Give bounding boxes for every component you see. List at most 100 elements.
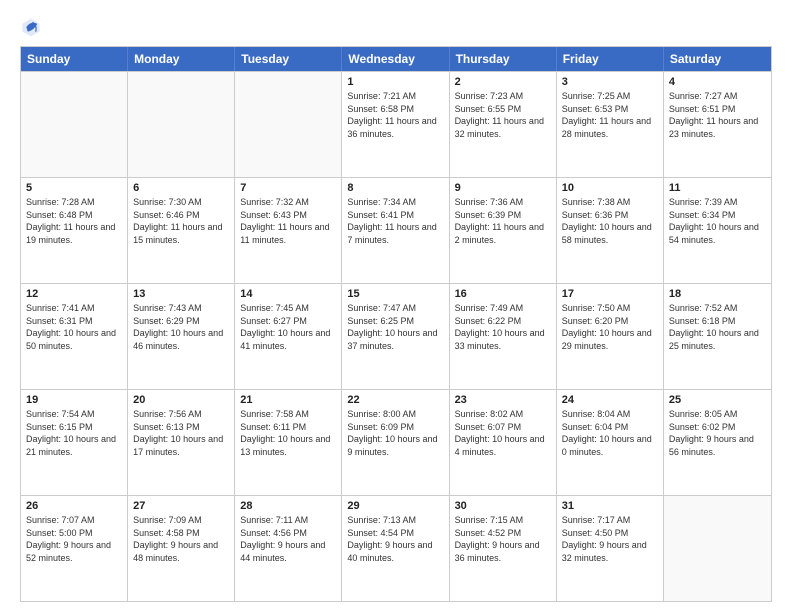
day-info: Sunrise: 7:09 AM Sunset: 4:58 PM Dayligh…	[133, 514, 229, 564]
day-number: 4	[669, 76, 766, 88]
day-cell-18: 18 Sunrise: 7:52 AM Sunset: 6:18 PM Dayli…	[664, 284, 771, 389]
day-cell-15: 15 Sunrise: 7:47 AM Sunset: 6:25 PM Dayli…	[342, 284, 449, 389]
calendar-row-5: 26 Sunrise: 7:07 AM Sunset: 5:00 PM Dayli…	[21, 495, 771, 601]
day-info: Sunrise: 7:28 AM Sunset: 6:48 PM Dayligh…	[26, 196, 122, 246]
day-info: Sunrise: 7:47 AM Sunset: 6:25 PM Dayligh…	[347, 302, 443, 352]
calendar-header: SundayMondayTuesdayWednesdayThursdayFrid…	[21, 47, 771, 71]
day-number: 27	[133, 500, 229, 512]
day-info: Sunrise: 7:30 AM Sunset: 6:46 PM Dayligh…	[133, 196, 229, 246]
day-cell-2: 2Sunrise: 7:23 AM Sunset: 6:55 PM Daylig…	[450, 72, 557, 177]
day-cell-19: 19 Sunrise: 7:54 AM Sunset: 6:15 PM Dayli…	[21, 390, 128, 495]
day-info: Sunrise: 7:15 AM Sunset: 4:52 PM Dayligh…	[455, 514, 551, 564]
day-number: 10	[562, 182, 658, 194]
day-cell-17: 17 Sunrise: 7:50 AM Sunset: 6:20 PM Dayli…	[557, 284, 664, 389]
header-day-thursday: Thursday	[450, 47, 557, 71]
day-number: 3	[562, 76, 658, 88]
day-info: Sunrise: 8:05 AM Sunset: 6:02 PM Dayligh…	[669, 408, 766, 458]
day-number: 19	[26, 394, 122, 406]
day-number: 15	[347, 288, 443, 300]
day-number: 20	[133, 394, 229, 406]
day-info: Sunrise: 7:38 AM Sunset: 6:36 PM Dayligh…	[562, 196, 658, 246]
calendar-row-2: 5 Sunrise: 7:28 AM Sunset: 6:48 PM Daylig…	[21, 177, 771, 283]
day-cell-20: 20 Sunrise: 7:56 AM Sunset: 6:13 PM Dayli…	[128, 390, 235, 495]
day-info: Sunrise: 7:45 AM Sunset: 6:27 PM Dayligh…	[240, 302, 336, 352]
day-cell-23: 23 Sunrise: 8:02 AM Sunset: 6:07 PM Dayli…	[450, 390, 557, 495]
day-cell-31: 31 Sunrise: 7:17 AM Sunset: 4:50 PM Dayli…	[557, 496, 664, 601]
day-cell-26: 26 Sunrise: 7:07 AM Sunset: 5:00 PM Dayli…	[21, 496, 128, 601]
day-cell-9: 9 Sunrise: 7:36 AM Sunset: 6:39 PM Daylig…	[450, 178, 557, 283]
day-number: 23	[455, 394, 551, 406]
day-info: Sunrise: 7:50 AM Sunset: 6:20 PM Dayligh…	[562, 302, 658, 352]
day-info: Sunrise: 8:04 AM Sunset: 6:04 PM Dayligh…	[562, 408, 658, 458]
header-day-sunday: Sunday	[21, 47, 128, 71]
day-cell-8: 8 Sunrise: 7:34 AM Sunset: 6:41 PM Daylig…	[342, 178, 449, 283]
day-cell-empty	[664, 496, 771, 601]
day-number: 22	[347, 394, 443, 406]
day-number: 16	[455, 288, 551, 300]
day-number: 7	[240, 182, 336, 194]
day-cell-11: 11 Sunrise: 7:39 AM Sunset: 6:34 PM Dayli…	[664, 178, 771, 283]
day-number: 9	[455, 182, 551, 194]
day-info: Sunrise: 7:41 AM Sunset: 6:31 PM Dayligh…	[26, 302, 122, 352]
day-cell-24: 24 Sunrise: 8:04 AM Sunset: 6:04 PM Dayli…	[557, 390, 664, 495]
day-info: Sunrise: 7:21 AM Sunset: 6:58 PM Dayligh…	[347, 90, 443, 140]
day-number: 17	[562, 288, 658, 300]
day-cell-empty	[128, 72, 235, 177]
day-number: 11	[669, 182, 766, 194]
day-info: Sunrise: 8:02 AM Sunset: 6:07 PM Dayligh…	[455, 408, 551, 458]
day-info: Sunrise: 8:00 AM Sunset: 6:09 PM Dayligh…	[347, 408, 443, 458]
day-number: 26	[26, 500, 122, 512]
day-cell-6: 6Sunrise: 7:30 AM Sunset: 6:46 PM Daylig…	[128, 178, 235, 283]
day-info: Sunrise: 7:39 AM Sunset: 6:34 PM Dayligh…	[669, 196, 766, 246]
day-number: 18	[669, 288, 766, 300]
calendar-row-4: 19 Sunrise: 7:54 AM Sunset: 6:15 PM Dayli…	[21, 389, 771, 495]
logo-icon	[20, 16, 42, 38]
day-cell-4: 4 Sunrise: 7:27 AM Sunset: 6:51 PM Daylig…	[664, 72, 771, 177]
day-number: 24	[562, 394, 658, 406]
day-info: Sunrise: 7:36 AM Sunset: 6:39 PM Dayligh…	[455, 196, 551, 246]
header-day-friday: Friday	[557, 47, 664, 71]
day-info: Sunrise: 7:43 AM Sunset: 6:29 PM Dayligh…	[133, 302, 229, 352]
day-info: Sunrise: 7:34 AM Sunset: 6:41 PM Dayligh…	[347, 196, 443, 246]
day-cell-29: 29Sunrise: 7:13 AM Sunset: 4:54 PM Dayli…	[342, 496, 449, 601]
header-day-monday: Monday	[128, 47, 235, 71]
calendar-row-1: 1Sunrise: 7:21 AM Sunset: 6:58 PM Daylig…	[21, 71, 771, 177]
day-cell-27: 27 Sunrise: 7:09 AM Sunset: 4:58 PM Dayli…	[128, 496, 235, 601]
day-number: 21	[240, 394, 336, 406]
day-info: Sunrise: 7:52 AM Sunset: 6:18 PM Dayligh…	[669, 302, 766, 352]
day-cell-28: 28 Sunrise: 7:11 AM Sunset: 4:56 PM Dayli…	[235, 496, 342, 601]
day-cell-14: 14Sunrise: 7:45 AM Sunset: 6:27 PM Dayli…	[235, 284, 342, 389]
day-info: Sunrise: 7:54 AM Sunset: 6:15 PM Dayligh…	[26, 408, 122, 458]
day-cell-10: 10 Sunrise: 7:38 AM Sunset: 6:36 PM Dayli…	[557, 178, 664, 283]
day-info: Sunrise: 7:11 AM Sunset: 4:56 PM Dayligh…	[240, 514, 336, 564]
day-cell-16: 16Sunrise: 7:49 AM Sunset: 6:22 PM Dayli…	[450, 284, 557, 389]
day-number: 31	[562, 500, 658, 512]
day-cell-30: 30Sunrise: 7:15 AM Sunset: 4:52 PM Dayli…	[450, 496, 557, 601]
day-number: 8	[347, 182, 443, 194]
day-cell-25: 25 Sunrise: 8:05 AM Sunset: 6:02 PM Dayli…	[664, 390, 771, 495]
day-cell-3: 3Sunrise: 7:25 AM Sunset: 6:53 PM Daylig…	[557, 72, 664, 177]
calendar-row-3: 12 Sunrise: 7:41 AM Sunset: 6:31 PM Dayli…	[21, 283, 771, 389]
day-number: 13	[133, 288, 229, 300]
day-info: Sunrise: 7:27 AM Sunset: 6:51 PM Dayligh…	[669, 90, 766, 140]
day-cell-21: 21Sunrise: 7:58 AM Sunset: 6:11 PM Dayli…	[235, 390, 342, 495]
calendar-body: 1Sunrise: 7:21 AM Sunset: 6:58 PM Daylig…	[21, 71, 771, 601]
header	[20, 16, 772, 38]
day-number: 25	[669, 394, 766, 406]
day-cell-5: 5 Sunrise: 7:28 AM Sunset: 6:48 PM Daylig…	[21, 178, 128, 283]
day-cell-7: 7Sunrise: 7:32 AM Sunset: 6:43 PM Daylig…	[235, 178, 342, 283]
day-cell-empty	[21, 72, 128, 177]
day-info: Sunrise: 7:13 AM Sunset: 4:54 PM Dayligh…	[347, 514, 443, 564]
day-info: Sunrise: 7:17 AM Sunset: 4:50 PM Dayligh…	[562, 514, 658, 564]
day-number: 12	[26, 288, 122, 300]
header-day-tuesday: Tuesday	[235, 47, 342, 71]
day-info: Sunrise: 7:07 AM Sunset: 5:00 PM Dayligh…	[26, 514, 122, 564]
day-cell-12: 12 Sunrise: 7:41 AM Sunset: 6:31 PM Dayli…	[21, 284, 128, 389]
day-info: Sunrise: 7:56 AM Sunset: 6:13 PM Dayligh…	[133, 408, 229, 458]
day-cell-22: 22 Sunrise: 8:00 AM Sunset: 6:09 PM Dayli…	[342, 390, 449, 495]
day-info: Sunrise: 7:23 AM Sunset: 6:55 PM Dayligh…	[455, 90, 551, 140]
day-number: 28	[240, 500, 336, 512]
page: SundayMondayTuesdayWednesdayThursdayFrid…	[0, 0, 792, 612]
day-number: 5	[26, 182, 122, 194]
day-cell-empty	[235, 72, 342, 177]
